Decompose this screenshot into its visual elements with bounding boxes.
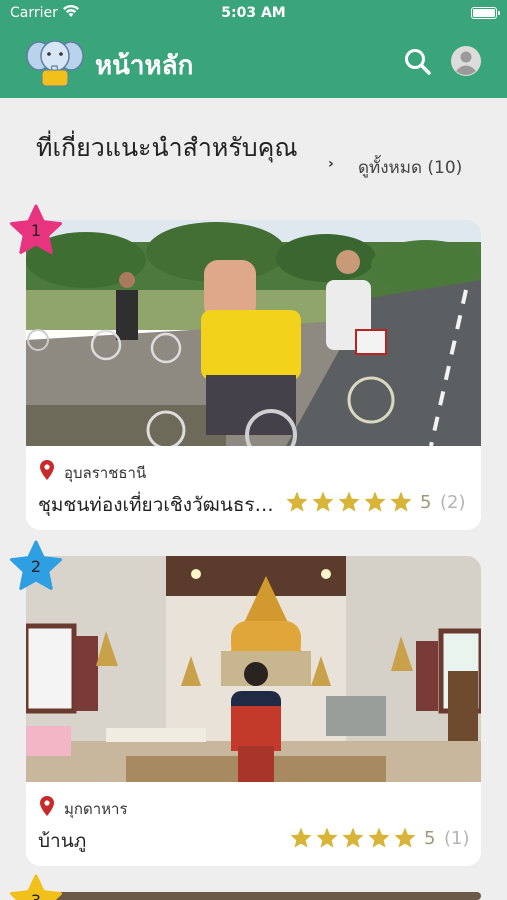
rating-value: 5: [420, 492, 432, 513]
rank-badge: 3: [9, 874, 63, 900]
location-pin-icon: [40, 460, 54, 480]
see-all-link[interactable]: ดูทั้งหมด (10): [358, 154, 462, 181]
section-title: ที่เกี่ยวแนะนำสำหรับคุณ: [36, 133, 298, 162]
chevron-right-icon[interactable]: ›: [328, 156, 334, 172]
review-count: (2): [440, 492, 466, 513]
place-card[interactable]: อุบลราชธานี ชุมชนท่องเที่ยวเชิงวัฒนธร… 5…: [26, 220, 481, 530]
rating-value: 5: [424, 828, 436, 849]
place-image: [26, 892, 481, 900]
province-label: มุกดาหาร: [64, 800, 128, 818]
profile-icon[interactable]: [450, 45, 482, 77]
place-card[interactable]: [26, 892, 481, 900]
star-icon: [338, 491, 360, 512]
location-pin-icon: [40, 796, 54, 816]
star-icon: [342, 827, 364, 848]
place-card[interactable]: มุกดาหาร บ้านภู 5 (1): [26, 556, 481, 866]
battery-icon: [471, 7, 500, 19]
star-icon: [364, 491, 386, 512]
temple-buddha-interior-image: [26, 556, 481, 782]
search-icon[interactable]: [402, 46, 434, 78]
clock: 5:03 AM: [221, 5, 286, 21]
rank-number: 2: [30, 557, 42, 576]
rank-badge: 1: [9, 204, 63, 258]
rank-number: 3: [9, 891, 63, 900]
star-icon: [290, 827, 312, 848]
elephant-logo-icon: [26, 40, 84, 87]
cyclists-on-village-road-image: [26, 220, 481, 446]
star-icon: [316, 827, 338, 848]
star-icon: [312, 491, 334, 512]
star-icon: [390, 491, 412, 512]
rank-number: 1: [30, 221, 42, 240]
rank-badge: 2: [9, 540, 63, 594]
province-label: อุบลราชธานี: [64, 464, 147, 482]
star-icon: [368, 827, 390, 848]
status-bar: Carrier 5:03 AM: [0, 0, 507, 28]
review-count: (1): [444, 828, 470, 849]
star-rating: [284, 490, 414, 514]
star-rating: [288, 826, 418, 850]
navbar: หน้าหลัก: [0, 28, 507, 98]
page-title: หน้าหลัก: [95, 51, 194, 81]
star-icon: [286, 491, 308, 512]
place-name: บ้านภู: [38, 830, 87, 852]
place-name: ชุมชนท่องเที่ยวเชิงวัฒนธร…: [38, 494, 274, 516]
star-icon: [394, 827, 416, 848]
